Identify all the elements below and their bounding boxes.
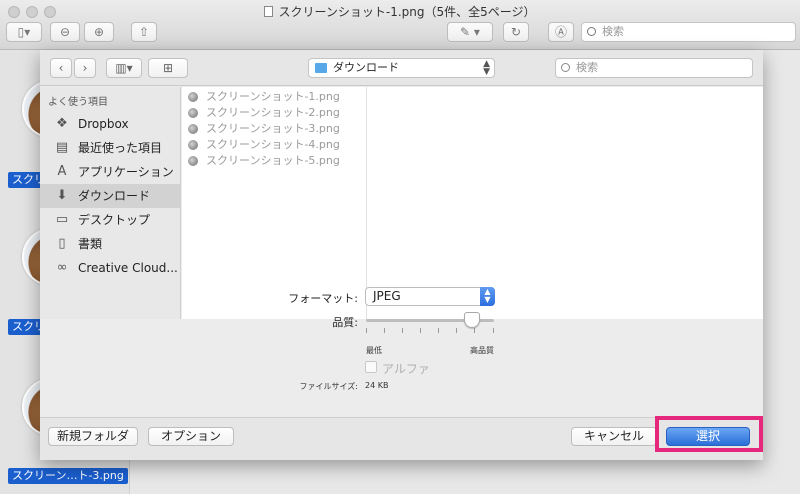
slider-tick	[474, 328, 475, 333]
file-column: スクリーンショット-1.png スクリーンショット-2.png スクリーンショッ…	[182, 87, 367, 319]
slider-tick	[420, 328, 421, 333]
markup-pen-button[interactable]: ✎ ▾	[447, 22, 493, 42]
zoom-in-button[interactable]: ⊕	[84, 22, 114, 42]
sheet-sidebar: よく使う項目 ❖ Dropbox ▤ 最近使った項目 A アプリケーション ⬇ ダウンロ…	[40, 87, 181, 319]
toolbar-search-field[interactable]: 検索	[581, 22, 796, 42]
sidebar-item-documents[interactable]: ▯ 書類	[40, 232, 180, 256]
sidebar-item-creative-cloud[interactable]: ∞ Creative Cloud...	[40, 256, 180, 280]
quality-slider-knob[interactable]	[464, 312, 481, 328]
quality-label: 品質:	[332, 316, 358, 329]
slider-tick	[493, 328, 494, 333]
downloads-icon: ⬇	[56, 188, 68, 203]
markup-toolbar-button[interactable]: Ⓐ	[548, 22, 574, 42]
file-item[interactable]: スクリーンショット-5.png	[182, 153, 366, 169]
filesize-label: ファイルサイズ:	[299, 382, 358, 391]
new-folder-icon-button[interactable]: ⊞	[148, 58, 188, 78]
document-icon	[264, 6, 274, 17]
share-button[interactable]: ⇧	[131, 22, 157, 42]
sidebar-item-recents[interactable]: ▤ 最近使った項目	[40, 136, 180, 160]
view-mode-button[interactable]: ▥▾	[106, 58, 142, 78]
updown-arrows-icon: ▲ ▼	[480, 287, 495, 306]
checkbox-box	[365, 361, 377, 373]
filesize-value: 24 KB	[365, 381, 389, 390]
sheet-toolbar: ‹ › ▥▾ ⊞ ダウンロード ▲ ▼ 検索	[40, 50, 763, 86]
updown-arrows-icon: ▲ ▼	[483, 59, 490, 77]
sidebar-item-applications[interactable]: A アプリケーション	[40, 160, 180, 184]
alpha-checkbox[interactable]: アルファ	[365, 360, 430, 377]
zoom-out-button[interactable]: ⊖	[50, 22, 80, 42]
image-file-icon	[188, 124, 198, 134]
sheet-search-field[interactable]: 検索	[555, 58, 753, 78]
image-file-icon	[188, 108, 198, 118]
window-toolbar: スクリーンショット-1.png（5件、全5ページ） ▯▾ ⊖ ⊕ ⇧ ✎ ▾ ↻…	[0, 0, 800, 50]
slider-tick	[366, 328, 367, 333]
file-item[interactable]: スクリーンショット-3.png	[182, 121, 366, 137]
thumbnail-label: スクリーン…ト-3.png	[8, 468, 128, 484]
dropbox-icon: ❖	[56, 116, 68, 131]
quality-min-label: 最低	[366, 346, 382, 355]
folder-icon	[315, 63, 327, 73]
location-popup[interactable]: ダウンロード ▲ ▼	[308, 58, 495, 78]
file-item[interactable]: スクリーンショット-1.png	[182, 89, 366, 105]
file-item[interactable]: スクリーンショット-2.png	[182, 105, 366, 121]
new-folder-button[interactable]: 新規フォルダ	[48, 427, 138, 446]
back-button[interactable]: ‹	[50, 58, 72, 78]
image-file-icon	[188, 140, 198, 150]
sidebar-item-desktop[interactable]: ▭ デスクトップ	[40, 208, 180, 232]
file-item[interactable]: スクリーンショット-4.png	[182, 137, 366, 153]
format-popup[interactable]: JPEG ▲ ▼	[365, 287, 495, 306]
search-icon	[587, 27, 596, 36]
cancel-button[interactable]: キャンセル	[571, 427, 657, 446]
rotate-button[interactable]: ↻	[503, 22, 529, 42]
creative-cloud-icon: ∞	[56, 260, 68, 275]
sidebar-toggle-button[interactable]: ▯▾	[6, 22, 42, 42]
documents-icon: ▯	[58, 236, 66, 251]
slider-tick	[438, 328, 439, 333]
image-file-icon	[188, 156, 198, 166]
quality-max-label: 高品質	[470, 346, 494, 355]
search-icon	[561, 63, 570, 72]
window-title: スクリーンショット-1.png（5件、全5ページ）	[0, 3, 800, 20]
options-button[interactable]: オプション	[148, 427, 234, 446]
forward-button[interactable]: ›	[74, 58, 96, 78]
desktop-icon: ▭	[55, 212, 69, 227]
preview-column	[367, 87, 763, 319]
sidebar-heading: よく使う項目	[48, 97, 108, 108]
highlight-box	[655, 416, 763, 452]
format-label: フォーマット:	[288, 292, 358, 305]
recents-icon: ▤	[55, 140, 69, 155]
slider-tick	[456, 328, 457, 333]
sidebar-item-dropbox[interactable]: ❖ Dropbox	[40, 112, 180, 136]
applications-icon: A	[57, 164, 67, 179]
image-file-icon	[188, 92, 198, 102]
choose-sheet: ‹ › ▥▾ ⊞ ダウンロード ▲ ▼ 検索 よく使う項目 ❖ Dropbox ▤ 最…	[40, 50, 763, 460]
slider-tick	[402, 328, 403, 333]
slider-tick	[384, 328, 385, 333]
sidebar-item-downloads[interactable]: ⬇ ダウンロード	[40, 184, 180, 208]
